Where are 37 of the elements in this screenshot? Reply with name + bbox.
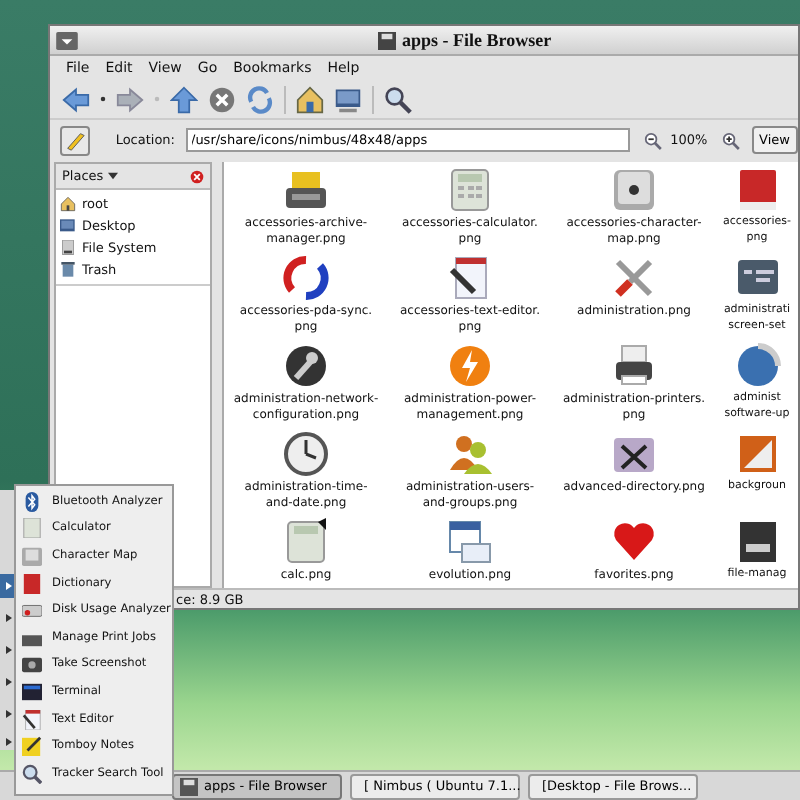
search-icon[interactable] [384, 85, 412, 113]
close-icon[interactable] [190, 169, 204, 183]
dropdown-icon[interactable] [100, 96, 106, 102]
stop-icon[interactable] [208, 85, 236, 113]
lightning-icon[interactable] [446, 342, 494, 390]
floppy-icon [378, 31, 396, 49]
floppy-icon [180, 777, 198, 795]
up-arrow-icon[interactable] [170, 85, 198, 113]
house-icon [60, 195, 76, 211]
zoom-in-icon[interactable] [721, 131, 740, 149]
edit-location-button[interactable] [60, 125, 90, 155]
monitor-icon [60, 217, 76, 233]
bluetooth-icon [22, 491, 42, 512]
terminal-icon [22, 681, 42, 702]
search-icon [22, 763, 42, 784]
sync-arrows-icon[interactable] [282, 254, 330, 302]
back-arrow-icon[interactable] [62, 85, 90, 113]
wrench-disc-icon[interactable] [282, 342, 330, 390]
globe-icon[interactable] [733, 342, 781, 390]
people-icon[interactable] [446, 430, 494, 478]
caret-icon[interactable] [107, 172, 118, 180]
tools-icon[interactable] [610, 254, 658, 302]
note-icon [22, 736, 42, 757]
clock-icon[interactable] [282, 430, 330, 478]
computer-icon[interactable] [334, 85, 362, 113]
notepad-icon [22, 709, 42, 730]
reload-icon[interactable] [246, 85, 274, 113]
calendar-envelope-icon[interactable] [446, 518, 494, 566]
book-icon [22, 573, 42, 594]
zoom-out-icon[interactable] [644, 131, 663, 149]
camera-icon [22, 654, 42, 675]
window-menu-icon[interactable] [56, 31, 78, 49]
trash-icon [60, 261, 76, 277]
forward-arrow-icon[interactable] [116, 85, 144, 113]
window-title: apps - File Browser [402, 30, 552, 50]
drive-icon [60, 239, 76, 255]
home-icon[interactable] [296, 85, 324, 113]
